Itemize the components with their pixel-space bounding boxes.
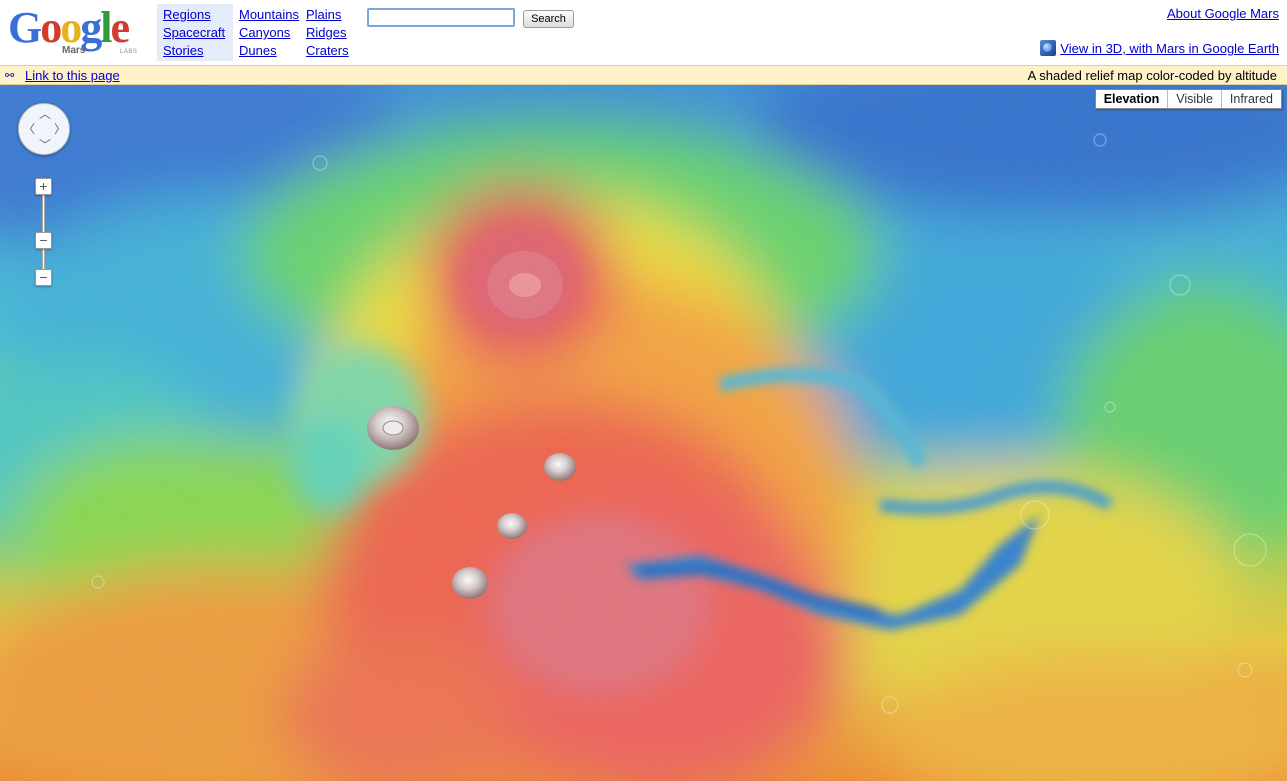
pan-up-icon[interactable]: ︿ (38, 107, 52, 121)
nav-stories[interactable]: Stories (163, 42, 203, 60)
map-description: A shaded relief map color-coded by altit… (1027, 68, 1277, 83)
nav-spacecraft[interactable]: Spacecraft (163, 24, 225, 42)
nav-regions[interactable]: Regions (163, 6, 211, 24)
maptype-infrared[interactable]: Infrared (1222, 90, 1281, 108)
google-mars-logo[interactable]: Google Mars LABS (6, 4, 152, 60)
pan-down-icon[interactable]: ﹀ (38, 138, 52, 152)
nav-ridges[interactable]: Ridges (306, 24, 346, 42)
google-earth-link-label: View in 3D, with Mars in Google Earth (1060, 41, 1279, 56)
pan-right-icon[interactable]: 〉 (53, 122, 67, 136)
google-earth-icon (1040, 40, 1057, 56)
map-type-switcher: Elevation Visible Infrared (1094, 89, 1282, 109)
pan-control-icon[interactable]: ︿ ﹀ 〈 〉 (18, 103, 70, 155)
nav-plains[interactable]: Plains (306, 6, 341, 24)
pan-left-icon[interactable]: 〈 (22, 122, 36, 136)
header: Google Mars LABS Regions Spacecraft Stor… (0, 0, 1287, 65)
search-button[interactable]: Search (523, 10, 574, 28)
nav-craters[interactable]: Craters (306, 42, 349, 60)
google-earth-link[interactable]: View in 3D, with Mars in Google Earth (1040, 40, 1279, 56)
link-chain-icon: ⚯ (5, 70, 15, 82)
about-link[interactable]: About Google Mars (1167, 6, 1279, 21)
nav-mountains[interactable]: Mountains (239, 6, 299, 24)
mars-elevation-map[interactable]: Elevation Visible Infrared ︿ ﹀ 〈 〉 + − − (0, 85, 1287, 781)
nav-canyons[interactable]: Canyons (239, 24, 290, 42)
zoom-in-icon[interactable]: + (35, 178, 52, 195)
search-input[interactable] (367, 8, 515, 27)
link-to-page[interactable]: Link to this page (25, 68, 120, 84)
logo-product: Mars (62, 45, 86, 56)
zoom-slider-handle[interactable]: − (35, 232, 52, 249)
nav-dunes[interactable]: Dunes (239, 42, 277, 60)
maptype-elevation[interactable]: Elevation (1096, 90, 1169, 108)
zoom-out-icon[interactable]: − (35, 269, 52, 286)
logo-badge: LABS (120, 49, 138, 55)
terrain-relief (0, 85, 1287, 781)
maptype-visible[interactable]: Visible (1168, 90, 1222, 108)
info-bar: ⚯ Link to this page A shaded relief map … (0, 65, 1287, 85)
